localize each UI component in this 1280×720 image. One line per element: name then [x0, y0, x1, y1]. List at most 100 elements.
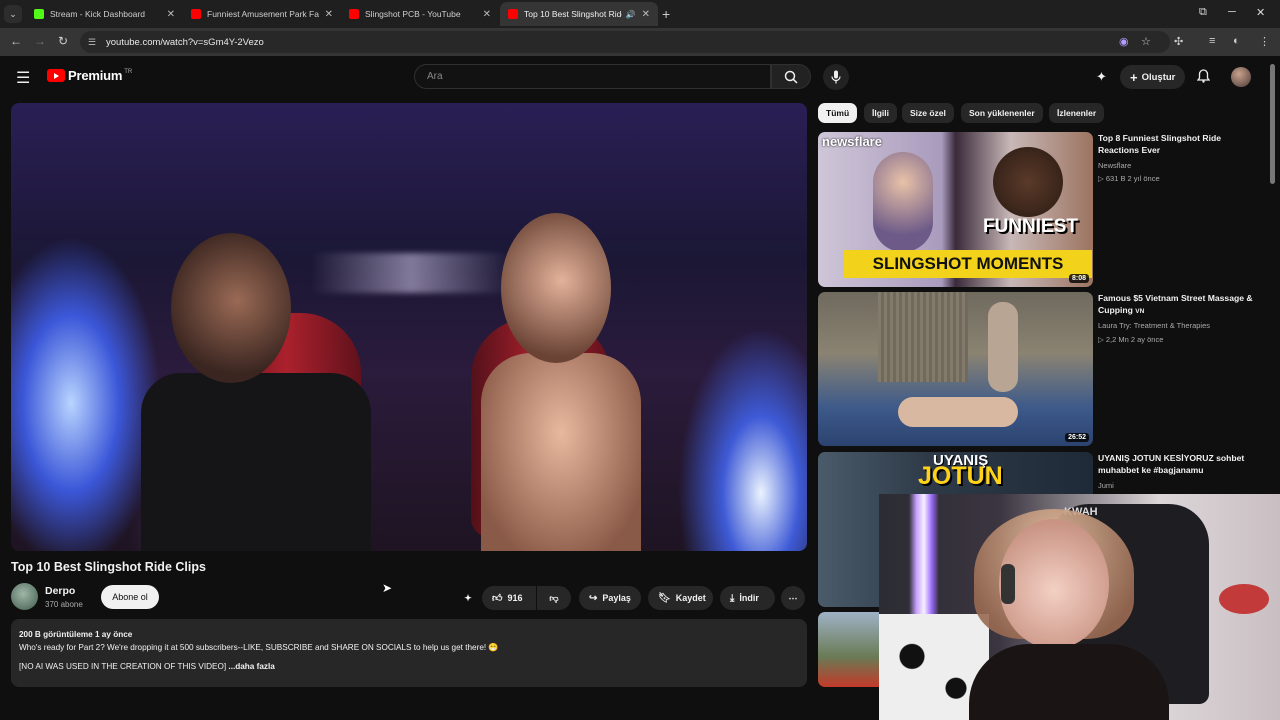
- close-tab-icon[interactable]: ✕: [483, 9, 491, 20]
- headset: [1001, 564, 1015, 604]
- save-button[interactable]: 🔖︎ Kaydet: [648, 586, 713, 610]
- more-menu-icon[interactable]: ⋮: [1259, 35, 1270, 48]
- voice-search-mic-icon[interactable]: [823, 64, 849, 90]
- reload-icon[interactable]: ↻: [58, 34, 68, 48]
- tab-search-window-icon[interactable]: ⧉: [1199, 6, 1207, 19]
- rec-thumbnail[interactable]: 26:52: [818, 292, 1093, 446]
- share-arrow-icon: ↪: [589, 592, 598, 604]
- speaker-icon[interactable]: 🔊: [626, 10, 636, 19]
- thumb-figure-left: [873, 152, 933, 252]
- minimize-icon[interactable]: ─: [1228, 6, 1236, 18]
- rec-channel[interactable]: Newsflare: [1098, 161, 1131, 170]
- mouse-cursor-icon: ➤: [382, 581, 393, 595]
- chip-all[interactable]: Tümü: [818, 103, 858, 123]
- thumb-figure-standing: [988, 302, 1018, 392]
- youtube-premium-logo[interactable]: Premium TR: [47, 68, 132, 83]
- tab-top10-active[interactable]: Top 10 Best Slingshot Ride 🔊 ✕: [500, 2, 658, 26]
- share-button[interactable]: ↪ Paylaş: [579, 586, 641, 610]
- premium-extension-icon[interactable]: ✦: [1096, 69, 1107, 85]
- notifications-bell-icon[interactable]: [1196, 69, 1211, 86]
- youtube-favicon-icon: [191, 9, 201, 19]
- address-bar[interactable]: ☰ youtube.com/watch?v=sGm4Y-2Vezo: [80, 31, 1170, 53]
- close-window-icon[interactable]: ✕: [1256, 6, 1265, 19]
- rec-meta: ▷ 631 B 2 yıl önce: [1098, 174, 1160, 183]
- rec-thumbnail[interactable]: newsflare FUNNIEST SLINGSHOT MOMENTS 8:0…: [818, 132, 1093, 287]
- subscribe-button[interactable]: Abone ol: [101, 585, 159, 609]
- like-button[interactable]: 👍︎ 916: [482, 586, 536, 610]
- search-input[interactable]: Ara: [414, 64, 771, 89]
- page-scrollbar[interactable]: [1270, 64, 1275, 184]
- thumb-figure-right: [993, 147, 1063, 217]
- video-title: Top 10 Best Slingshot Ride Clips: [11, 560, 206, 574]
- search-icon[interactable]: [771, 64, 811, 89]
- description-line-2: [NO AI WAS USED IN THE CREATION OF THIS …: [19, 662, 229, 671]
- url-text: youtube.com/watch?v=sGm4Y-2Vezo: [106, 36, 264, 48]
- extensions-puzzle-icon[interactable]: ✣: [1174, 35, 1183, 48]
- background-lights: [311, 253, 511, 293]
- dislike-button[interactable]: 👎︎: [537, 586, 571, 610]
- forward-icon[interactable]: →: [34, 34, 46, 48]
- neon-lamp: [909, 494, 939, 634]
- tab-kick[interactable]: Stream - Kick Dashboard ✕: [26, 2, 183, 26]
- rec-thumbnail[interactable]: [818, 612, 888, 687]
- like-count: 916: [507, 593, 523, 603]
- rider-left-head: [171, 233, 291, 383]
- youtube-header: ☰ Premium TR Ara ✦ + Oluştur: [0, 56, 1280, 98]
- back-icon[interactable]: ←: [10, 34, 22, 48]
- user-avatar[interactable]: [1231, 67, 1251, 87]
- rec-title-flag: VN: [1135, 308, 1145, 315]
- video-description[interactable]: 200 B görüntüleme 1 ay önce Who's ready …: [11, 619, 807, 687]
- rec-title[interactable]: Famous $5 Vietnam Street Massage & Cuppi…: [1098, 292, 1263, 318]
- chip-recent-uploads[interactable]: Son yüklenenler: [961, 103, 1043, 123]
- create-label: Oluştur: [1141, 71, 1176, 83]
- profile-icon[interactable]: ◐: [1233, 35, 1240, 47]
- create-button[interactable]: + Oluştur: [1120, 65, 1186, 89]
- hamburger-menu-icon[interactable]: ☰: [16, 68, 30, 88]
- extension-icon[interactable]: ◉: [1119, 35, 1129, 48]
- rec-title[interactable]: Top 8 Funniest Slingshot Ride Reactions …: [1098, 132, 1263, 156]
- close-tab-icon[interactable]: ✕: [325, 9, 333, 20]
- chip-for-you[interactable]: Size özel: [902, 103, 954, 123]
- bookmark-star-icon[interactable]: ☆: [1141, 35, 1151, 48]
- thumb-shutter: [878, 292, 968, 382]
- chip-watched[interactable]: İzlenenler: [1049, 103, 1105, 123]
- more-actions-icon[interactable]: ⋯: [781, 586, 805, 610]
- webcam-overlay: KWAH: [879, 494, 1280, 720]
- youtube-favicon-icon: [349, 9, 359, 19]
- youtube-favicon-icon: [508, 9, 518, 19]
- close-tab-icon[interactable]: ✕: [642, 9, 650, 20]
- rec-channel[interactable]: Laura Try: Treatment & Therapies: [1098, 321, 1210, 330]
- reading-list-icon[interactable]: ≡: [1209, 35, 1215, 47]
- youtube-play-icon: [47, 69, 65, 82]
- tab-search-icon[interactable]: ⌄: [4, 5, 22, 23]
- download-label: İndir: [739, 593, 759, 603]
- tab-funniest[interactable]: Funniest Amusement Park Fails ✕: [183, 2, 341, 26]
- tab-title: Slingshot PCB - YouTube: [365, 9, 461, 19]
- site-info-icon[interactable]: ☰: [88, 37, 100, 48]
- thumb-text-line1: FUNNIEST: [983, 216, 1078, 237]
- rec-title-text: Famous $5 Vietnam Street Massage & Cuppi…: [1098, 293, 1253, 315]
- channel-name[interactable]: Derpo: [45, 585, 75, 597]
- thumb-text-line2: SLINGSHOT MOMENTS: [844, 250, 1092, 278]
- rec-channel[interactable]: Jumi: [1098, 481, 1114, 490]
- thumbs-up-icon: 👍︎: [492, 593, 503, 604]
- view-count-date: 200 B görüntüleme 1 ay önce: [19, 630, 133, 639]
- video-player[interactable]: [11, 103, 807, 551]
- close-tab-icon[interactable]: ✕: [167, 9, 175, 20]
- chip-related[interactable]: İlgili: [864, 103, 897, 123]
- channel-avatar[interactable]: [11, 583, 38, 610]
- description-line-1: Who's ready for Part 2? We're dropping i…: [19, 643, 499, 652]
- subscribe-label: Abone ol: [112, 592, 148, 602]
- show-more-link[interactable]: ...daha fazla: [228, 662, 274, 671]
- new-tab-icon[interactable]: +: [662, 6, 670, 22]
- download-icon: ⤓: [730, 592, 735, 604]
- download-button[interactable]: ⤓ İndir: [720, 586, 775, 610]
- ai-ask-icon[interactable]: ✦: [458, 586, 478, 610]
- plush-toy: [1219, 584, 1269, 614]
- browser-toolbar: ← → ↻ ☰ youtube.com/watch?v=sGm4Y-2Vezo …: [0, 28, 1280, 56]
- plus-icon: +: [1130, 69, 1138, 85]
- kick-favicon-icon: [34, 9, 44, 19]
- rec-title[interactable]: UYANIŞ JOTUN KESİYORUZ sohbet muhabbet k…: [1098, 452, 1263, 476]
- subscriber-count: 370 abone: [45, 600, 83, 609]
- tab-slingshot-pcb[interactable]: Slingshot PCB - YouTube ✕: [341, 2, 499, 26]
